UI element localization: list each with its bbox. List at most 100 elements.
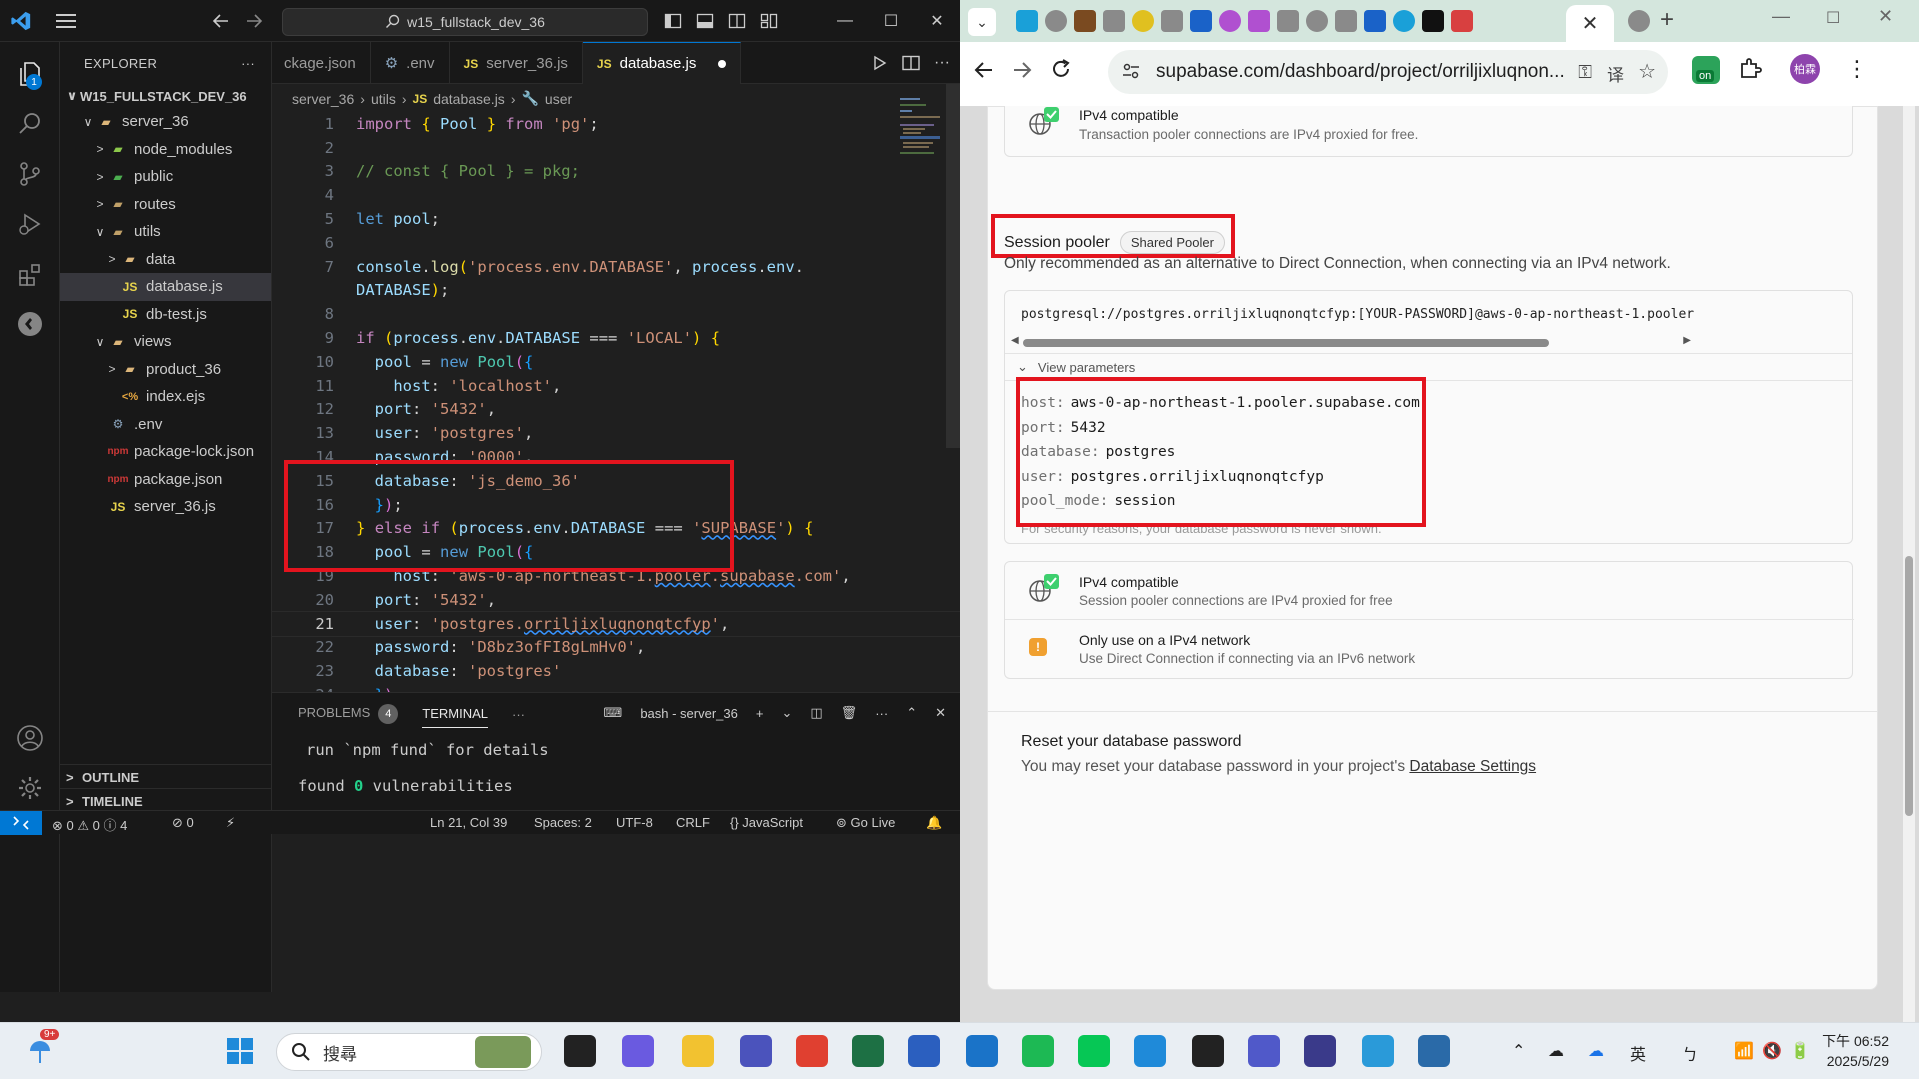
ime-indicator[interactable]: 英 [1630,1041,1646,1065]
tab-favicon[interactable] [1190,10,1212,32]
tree-item[interactable]: > ▰ product_36 [60,356,271,384]
panel-more-button[interactable]: ··· [512,707,525,722]
file-explorer-icon[interactable] [682,1035,714,1067]
code-line[interactable]: DATABASE); [272,279,960,303]
code-line[interactable]: 20 port: '5432', [272,588,960,612]
code-line[interactable]: 23 database: 'postgres' [272,659,960,683]
terminal-icon[interactable] [1192,1035,1224,1067]
tree-item[interactable]: ∨ ▰ utils [60,218,271,246]
tree-item[interactable]: ⚙ .env [60,411,271,439]
show-hidden-icons[interactable]: ⌃ [1512,1041,1525,1061]
tab-favicon[interactable] [1248,10,1270,32]
page-scrollbar[interactable] [1903,106,1915,1022]
notifications-icon[interactable]: 🔔 [926,815,942,831]
code-line[interactable]: 11 host: 'localhost', [272,374,960,398]
clock[interactable]: 下午 06:52 2025/5/29 [1822,1031,1889,1071]
run-file-icon[interactable] [872,55,888,71]
tree-item[interactable]: > ▰ node_modules [60,136,271,164]
profile-avatar[interactable]: 柏霖 [1790,54,1820,84]
tree-item[interactable]: JS db-test.js [60,301,271,329]
close-tab-icon[interactable]: ✕ [1582,11,1599,36]
toggle-sidebar-icon[interactable] [664,12,682,30]
tree-item[interactable]: > ▰ routes [60,191,271,219]
tab-favicon[interactable] [1451,10,1473,32]
spotify-icon[interactable] [1022,1035,1054,1067]
active-tab[interactable]: ✕ [1566,5,1614,42]
tab-favicon[interactable] [1016,10,1038,32]
language-mode[interactable]: {} JavaScript [730,815,803,830]
back-arrow-icon[interactable] [212,13,230,29]
speaker-muted-icon[interactable]: 🔇 [1762,1041,1782,1061]
new-terminal-button[interactable]: + [756,706,764,721]
editor-tab[interactable]: JS database.js [582,42,742,84]
unsaved-dot-icon[interactable] [718,59,727,68]
tab-favicon[interactable] [1103,10,1125,32]
run-debug-activity-button[interactable] [12,206,48,242]
new-tab-button[interactable]: + [1660,6,1674,34]
close-button[interactable]: ✕ [1878,6,1893,27]
code-line[interactable]: 12 port: '5432', [272,398,960,422]
panel-more-actions[interactable]: ··· [875,706,888,721]
outlook-icon[interactable] [966,1035,998,1067]
code-line[interactable]: 1 import { Pool } from 'pg'; [272,112,960,136]
start-button[interactable] [226,1037,254,1065]
code-line[interactable]: 8 [272,302,960,326]
explorer-activity-button[interactable]: 1 [12,56,48,92]
workspace-root[interactable]: ∨ W15_FULLSTACK_DEV_36 [60,84,271,108]
wifi-icon[interactable]: 📶 [1734,1041,1754,1061]
sync-icon[interactable]: ⚡ [226,815,235,831]
manage-settings-button[interactable] [12,770,48,806]
terminal-tab[interactable]: TERMINAL [422,706,488,728]
tree-item[interactable]: JS server_36.js [60,493,271,521]
code-line[interactable]: 9 if (process.env.DATABASE === 'LOCAL') { [272,326,960,350]
translate-icon[interactable]: 译 [1607,61,1624,86]
connection-string[interactable]: postgresql://postgres.orriljixluqnonqtcf… [1021,307,1697,322]
split-terminal-icon[interactable]: ◫ [810,705,822,721]
breadcrumb-item[interactable]: server_36 [292,91,354,107]
forward-arrow-icon[interactable] [245,13,263,29]
onedrive-icon[interactable]: ☁ [1588,1041,1604,1061]
tab-favicon[interactable] [1219,10,1241,32]
tab-favicon[interactable] [1074,10,1096,32]
remote-indicator[interactable] [0,811,42,835]
indentation[interactable]: Spaces: 2 [534,815,592,830]
cursor-position[interactable]: Ln 21, Col 39 [430,815,507,830]
search-activity-button[interactable] [12,106,48,142]
teams-icon[interactable] [740,1035,772,1067]
command-center-search[interactable]: w15_fullstack_dev_36 [282,8,648,36]
vscode-icon[interactable] [1134,1035,1166,1067]
problems-status[interactable]: ⊗ 0 ⚠ 0 ⓘ 4 [52,815,127,834]
dev-tool-icon[interactable] [1304,1035,1336,1067]
horizontal-scrollbar[interactable]: ◀ ▶ [1011,335,1691,349]
split-editor-icon[interactable] [902,55,920,71]
breadcrumb-item[interactable]: database.js [433,91,505,107]
source-control-activity-button[interactable] [12,156,48,192]
tab-favicon[interactable] [1277,10,1299,32]
code-line[interactable]: 3 // const { Pool } = pkg; [272,160,960,184]
line-endings[interactable]: CRLF [676,815,710,830]
editor-tab[interactable]: ckage.json [272,42,371,84]
tree-item[interactable]: <% index.ejs [60,383,271,411]
bookmark-star-icon[interactable]: ☆ [1638,59,1656,84]
tab-favicon-chrome[interactable] [1628,10,1650,32]
password-key-icon[interactable]: ⚿ [1578,62,1592,83]
toggle-secondary-sidebar-icon[interactable] [728,12,746,30]
tab-favicon[interactable] [1132,10,1154,32]
explorer-more-button[interactable]: ··· [241,56,255,71]
tab-favicon[interactable] [1422,10,1444,32]
breadcrumb-item[interactable]: user [545,91,572,107]
tree-item[interactable]: npm package-lock.json [60,438,271,466]
file-explorer-window-icon[interactable] [564,1035,596,1067]
tab-favicon[interactable] [1306,10,1328,32]
extensions-puzzle-icon[interactable] [1738,56,1762,80]
line-icon[interactable] [1078,1035,1110,1067]
customize-layout-icon[interactable] [760,12,778,30]
chrome-menu-icon[interactable]: ⋮ [1846,56,1868,82]
code-line[interactable]: 2 [272,136,960,160]
address-bar[interactable]: supabase.com/dashboard/project/orriljixl… [1108,50,1668,94]
tab-favicon[interactable] [1161,10,1183,32]
minimize-button[interactable]: — [1772,6,1790,27]
extensions-activity-button[interactable] [12,256,48,292]
hamburger-menu-icon[interactable] [56,12,78,30]
tab-favicon[interactable] [1393,10,1415,32]
